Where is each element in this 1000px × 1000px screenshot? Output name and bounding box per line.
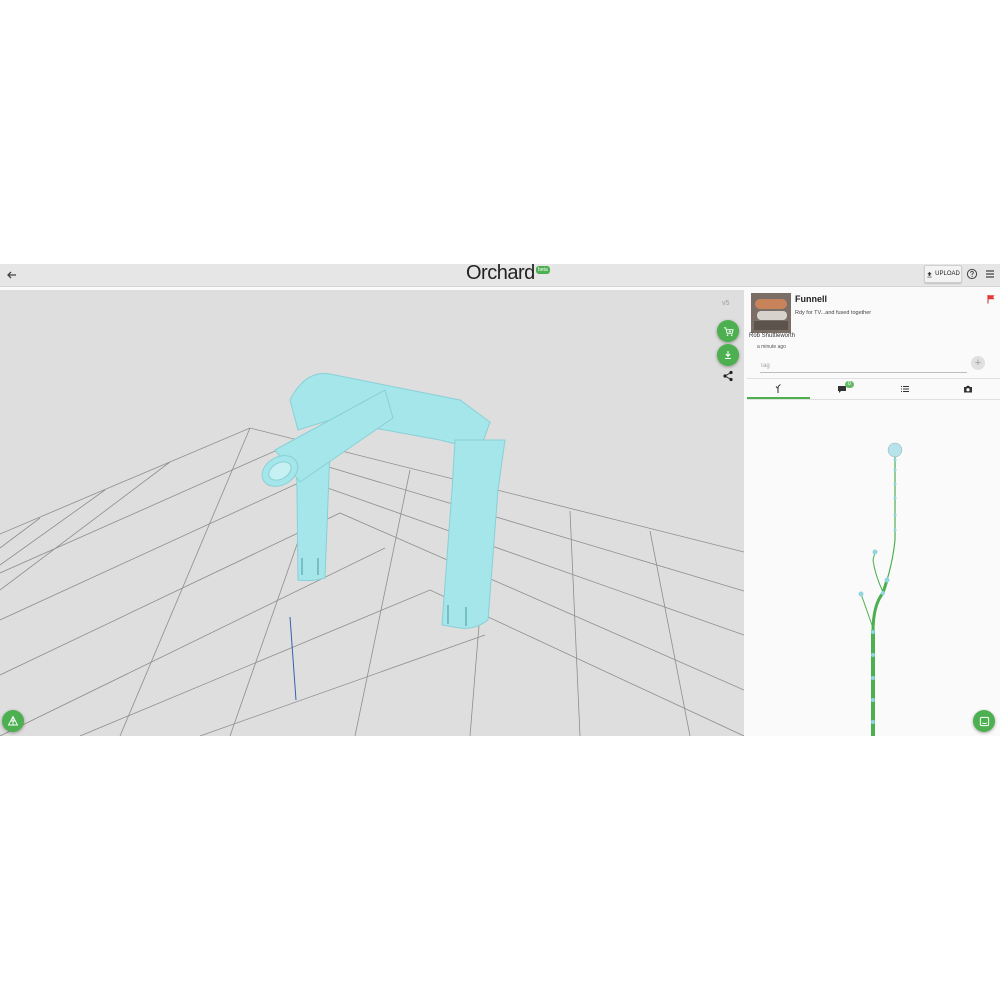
upload-button[interactable]: UPLOAD [924, 265, 962, 283]
floor-grid [0, 427, 744, 736]
flag-icon[interactable] [986, 294, 996, 304]
3d-model [261, 373, 506, 629]
camera-icon [963, 385, 972, 393]
cart-plus-icon [723, 326, 734, 336]
z-axis-line [289, 616, 297, 701]
post-description: Rdy for TV...and fused together [795, 310, 872, 316]
panel-tabs: 0 [747, 378, 1000, 400]
tree-nodes [858, 442, 903, 724]
root-node [887, 442, 903, 458]
version-tree[interactable] [747, 400, 1000, 736]
help-circle-icon[interactable] [966, 268, 978, 280]
download-icon [725, 351, 731, 360]
tree-icon [775, 384, 781, 393]
add-to-cart-button[interactable] [717, 320, 739, 342]
post-thumbnail[interactable] [751, 293, 791, 333]
arrow-left-icon[interactable] [4, 267, 20, 283]
comments-count-badge: 0 [845, 381, 854, 388]
tag-input[interactable] [760, 360, 967, 373]
download-button[interactable] [717, 344, 739, 366]
upload-label: UPLOAD [935, 271, 960, 277]
tab-comments[interactable]: 0 [810, 379, 873, 399]
tab-photos[interactable] [936, 379, 999, 399]
version-label[interactable]: v5 [722, 300, 729, 307]
model-viewport[interactable]: v5 [0, 290, 744, 736]
post-time: a minute ago [757, 344, 786, 350]
beta-badge: beta [536, 266, 550, 274]
hamburger-menu-icon[interactable] [984, 268, 996, 280]
app-window: Orchard beta UPLOAD v5 Rob Shuttleworth … [0, 262, 1000, 736]
upload-icon [927, 271, 932, 277]
tab-history[interactable] [747, 379, 810, 399]
scene-canvas[interactable] [0, 290, 744, 736]
list-icon [900, 386, 909, 392]
author-name[interactable]: Rob Shuttleworth [749, 333, 795, 339]
view-mode-button[interactable] [2, 710, 24, 732]
top-bar: Orchard beta UPLOAD [0, 262, 1000, 287]
thumbnail-image [751, 293, 791, 333]
logo-text: Orchard [466, 262, 535, 284]
post-title: Funnell [795, 294, 827, 304]
app-logo[interactable]: Orchard [466, 262, 535, 285]
add-tag-button[interactable]: + [971, 356, 985, 370]
perspective-icon [7, 715, 19, 726]
tab-list[interactable] [873, 379, 936, 399]
share-icon[interactable] [722, 370, 734, 382]
chat-button[interactable] [973, 710, 995, 732]
details-panel: Rob Shuttleworth a minute ago Funnell Rd… [747, 290, 1000, 736]
chat-icon [979, 716, 989, 726]
